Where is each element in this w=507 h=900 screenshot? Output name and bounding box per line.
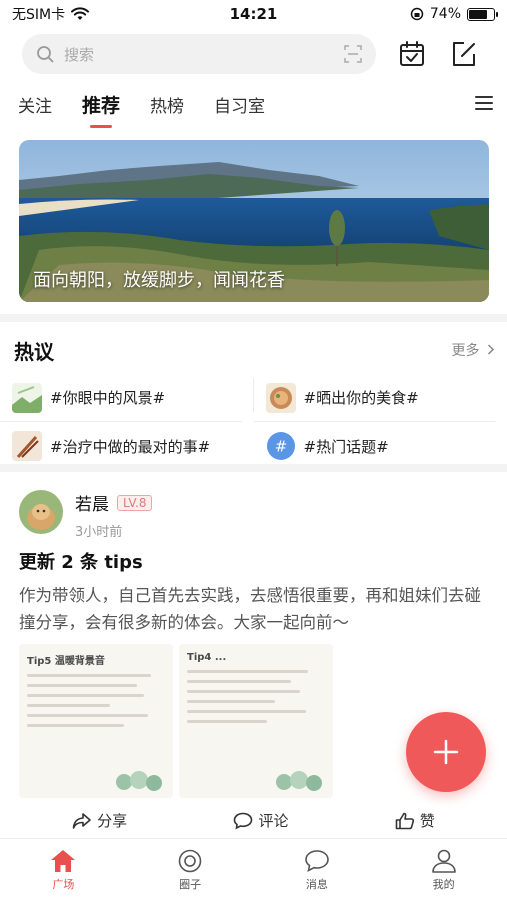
hot-topic-item[interactable]: #晒出你的美食#	[253, 374, 495, 422]
author-name-row: 若晨 LV.8	[75, 490, 153, 515]
author-name[interactable]: 若晨	[75, 490, 109, 515]
status-time: 14:21	[229, 5, 278, 23]
battery-fill	[469, 9, 487, 19]
menu-icon[interactable]	[475, 92, 493, 114]
category-tabs: 关注 推荐 热榜 自习室	[0, 84, 507, 124]
tab-study-room[interactable]: 自习室	[214, 92, 265, 117]
tab-follow[interactable]: 关注	[18, 92, 52, 117]
circle-icon	[178, 849, 202, 873]
hot-topic-label: #热门话题#	[303, 437, 389, 456]
svg-text:#: #	[274, 438, 287, 456]
like-label: 赞	[419, 812, 435, 830]
post-title: 更新 2 条 tips	[19, 552, 143, 573]
tab-hot-list[interactable]: 热榜	[150, 92, 184, 117]
hot-topics-title: 热议	[14, 339, 54, 364]
share-label: 分享	[97, 812, 128, 830]
edit-icon	[453, 42, 475, 66]
comment-label: 评论	[258, 812, 289, 830]
like-button[interactable]: 赞	[395, 810, 435, 831]
section-divider	[0, 464, 507, 472]
post-author: 若晨 LV.8 3小时前	[0, 478, 507, 540]
food-thumb-icon	[265, 382, 296, 413]
post-body: 作为带领人，自己首先去实践，去感悟很重要，再和姐妹们去碰撞分享，会有很多新的体会…	[19, 586, 481, 632]
tab-label: 广场	[52, 878, 75, 891]
hot-topic-label: #治疗中做的最对的事#	[50, 437, 211, 456]
thumbs-up-icon	[395, 812, 414, 829]
compose-button[interactable]	[448, 38, 480, 70]
post-time: 3小时前	[75, 525, 123, 540]
status-left: 无SIM卡	[12, 4, 162, 24]
post-actions: 分享 评论 赞	[0, 798, 507, 831]
tab-label: 圈子	[179, 878, 202, 891]
plus-icon	[433, 739, 459, 765]
hashtag-icon: #	[266, 432, 295, 460]
author-info: 若晨 LV.8 3小时前	[75, 490, 153, 540]
tab-circle[interactable]: 圈子	[127, 839, 254, 900]
chevron-right-icon	[487, 344, 495, 355]
home-icon	[51, 850, 76, 872]
leaf-decoration	[116, 771, 162, 791]
search-icon	[37, 46, 54, 63]
share-button[interactable]: 分享	[72, 810, 127, 831]
hot-topic-label: #你眼中的风景#	[50, 389, 166, 407]
hot-topic-item[interactable]: # #热门话题#	[254, 422, 507, 470]
tab-label: 消息	[305, 878, 328, 891]
hot-topics-header: 热议 更多	[0, 326, 507, 374]
status-bar: 无SIM卡 14:21 74%	[0, 0, 507, 28]
comment-icon	[234, 812, 253, 829]
carrier-label: 无SIM卡	[12, 7, 66, 23]
search-input[interactable]: 搜索	[22, 34, 376, 74]
search-placeholder: 搜索	[64, 45, 95, 64]
scan-icon[interactable]	[344, 45, 362, 63]
level-badge: LV.8	[117, 494, 153, 511]
post-image[interactable]: Tip5 温暖背景音	[19, 644, 173, 798]
user-icon	[431, 849, 456, 873]
tab-messages[interactable]: 消息	[254, 839, 381, 900]
battery-percent: 74%	[429, 6, 461, 22]
share-icon	[72, 812, 91, 829]
more-label: 更多	[451, 343, 480, 359]
wifi-icon	[71, 7, 90, 20]
tab-plaza[interactable]: 广场	[0, 839, 127, 900]
hot-topics-more-link[interactable]: 更多	[452, 340, 495, 360]
post-image-title: Tip4 ...	[187, 652, 227, 663]
section-divider	[0, 314, 507, 322]
landscape-thumb-icon	[12, 382, 42, 413]
status-right: 74%	[345, 6, 498, 22]
comment-button[interactable]: 评论	[233, 810, 289, 831]
banner-caption: 面向朝阳，放缓脚步，闻闻花香	[33, 270, 285, 291]
bottom-tab-bar: 广场 圈子 消息 我的	[0, 838, 507, 900]
hot-topic-item[interactable]: #治疗中做的最对的事#	[0, 422, 254, 470]
tab-recommend[interactable]: 推荐	[82, 91, 120, 118]
create-post-fab[interactable]	[406, 712, 486, 792]
calendar-checkin-button[interactable]	[396, 38, 428, 70]
calendar-check-icon	[400, 41, 424, 66]
post-image-title: Tip5 温暖背景音	[27, 656, 105, 667]
post-image[interactable]: Tip4 ...	[179, 644, 333, 798]
tab-label: 我的	[432, 878, 455, 891]
hot-topic-label: #晒出你的美食#	[303, 389, 419, 407]
tab-me[interactable]: 我的	[380, 839, 507, 900]
battery-icon	[467, 7, 498, 21]
message-icon	[305, 850, 329, 872]
grid-separator	[253, 378, 254, 412]
hot-topic-item[interactable]: #你眼中的风景#	[0, 374, 242, 422]
hot-topics-section: 热议 更多 #你眼中的风景# #晒出你的美食# #治疗中做的最对的事# # #热…	[0, 326, 507, 462]
banner[interactable]: 面向朝阳，放缓脚步，闻闻花香	[19, 140, 489, 302]
leaf-decoration	[276, 771, 322, 791]
search-row: 搜索	[0, 32, 507, 76]
treatment-thumb-icon	[12, 431, 42, 461]
orientation-lock-icon	[410, 7, 424, 21]
avatar[interactable]	[19, 490, 63, 534]
